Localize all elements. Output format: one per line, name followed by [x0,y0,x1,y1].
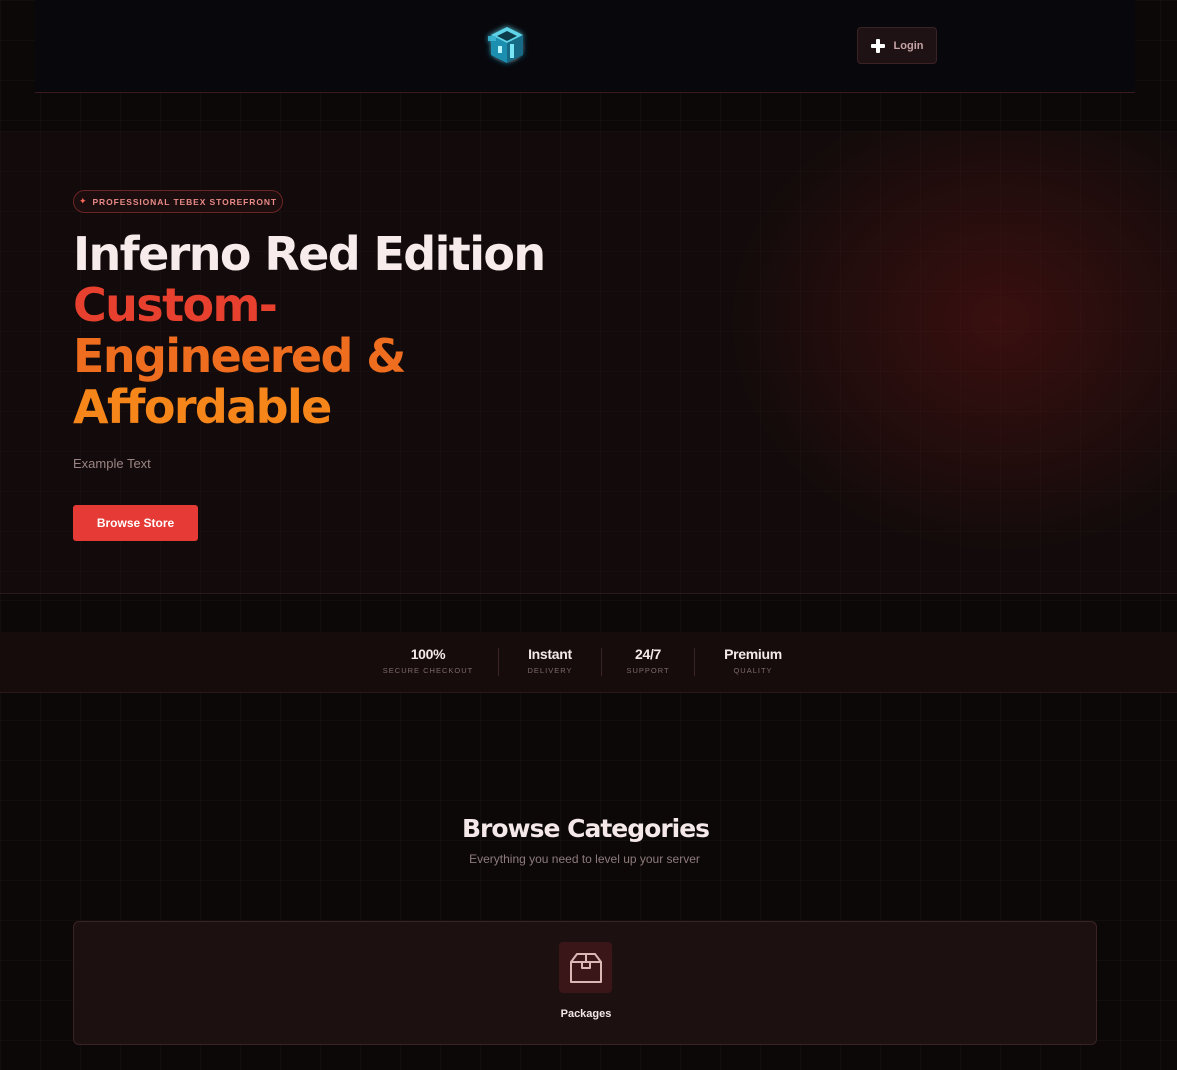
stat-premium-quality: Premium QUALITY [708,646,798,675]
plus-icon [870,38,885,53]
site-header: Login [35,0,1135,93]
hero-badge-text: PROFESSIONAL TEBEX STOREFRONT [92,196,277,207]
stat-instant-delivery: Instant DELIVERY [510,646,590,675]
hero-title-line-2: Custom- [73,278,278,332]
package-box-icon [559,942,612,993]
stat-value: 24/7 [634,646,662,662]
stat-support: 24/7 SUPPORT [613,646,683,675]
hero-subtitle: Example Text [73,456,151,471]
stat-value: Premium [724,646,782,662]
stats-bar: 100% SECURE CHECKOUT Instant DELIVERY 24… [0,632,1177,693]
stat-divider [498,648,499,676]
hero-badge: ✦ PROFESSIONAL TEBEX STOREFRONT [73,190,283,213]
hero-title-line-4: Affordable [73,380,332,434]
stat-label: SUPPORT [626,666,670,675]
hero-title-line-1: Inferno Red Edition [73,227,546,281]
stat-divider [694,648,695,676]
category-card-packages[interactable]: Packages [73,921,1097,1045]
stat-value: Instant [528,646,572,662]
login-label: Login [893,39,924,52]
categories-title: Browse Categories [461,814,710,843]
stat-secure-checkout: 100% SECURE CHECKOUT [378,646,478,675]
category-label: Packages [560,1008,612,1020]
hero-section: ✦ PROFESSIONAL TEBEX STOREFRONT Inferno … [0,131,1177,594]
login-button[interactable]: Login [857,27,937,64]
hero-title: Inferno Red Edition Custom- Engineered &… [73,229,573,433]
stat-value: 100% [410,646,446,662]
stat-divider [601,648,602,676]
hero-title-line-3: Engineered & [73,329,406,383]
cube-logo-icon[interactable] [484,22,530,68]
sparkle-icon: ✦ [79,196,88,206]
stat-label: QUALITY [733,666,773,675]
stat-label: SECURE CHECKOUT [382,666,474,675]
categories-subtitle: Everything you need to level up your ser… [469,852,700,866]
browse-store-button[interactable]: Browse Store [73,505,198,541]
stat-label: DELIVERY [527,666,573,675]
